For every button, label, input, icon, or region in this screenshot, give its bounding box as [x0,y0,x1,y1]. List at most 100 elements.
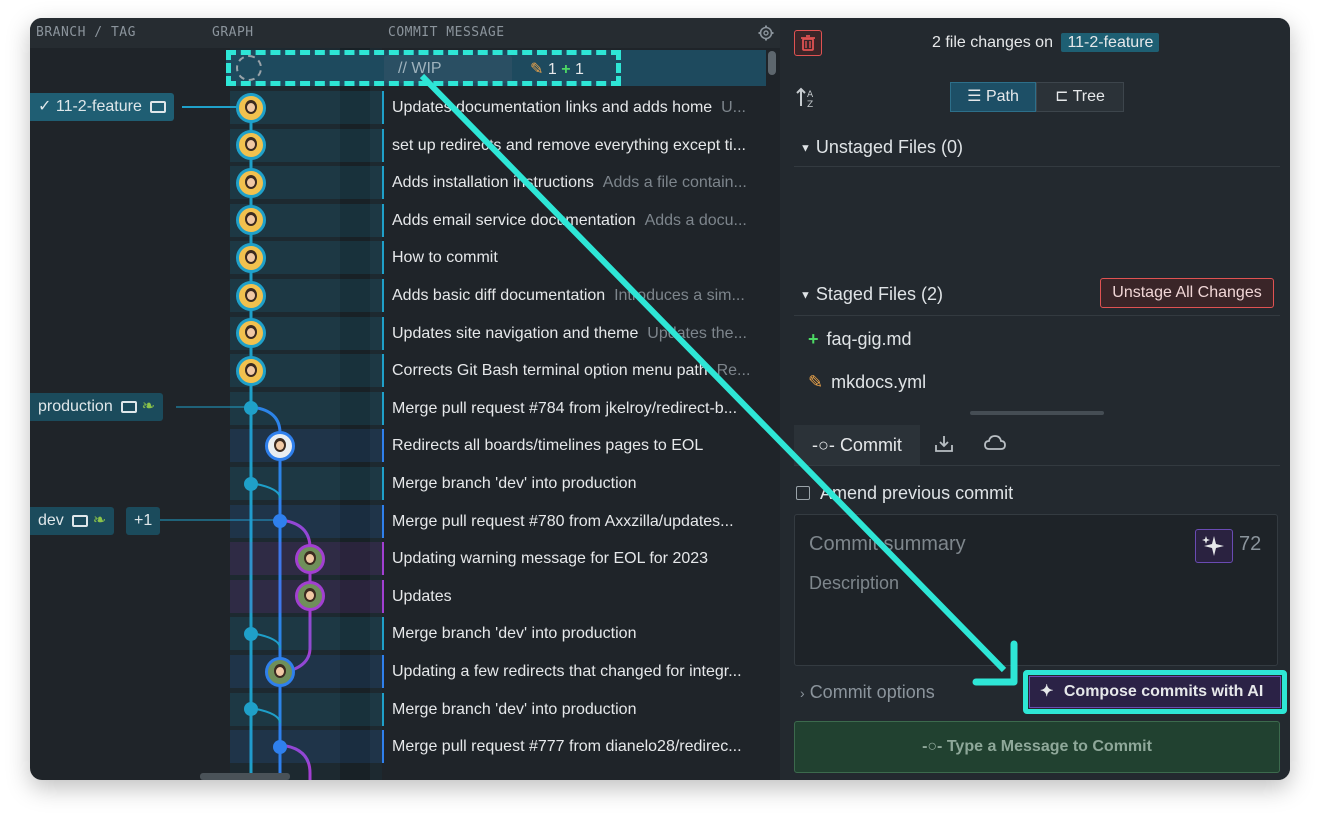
commit-options-label: Commit options [809,682,935,702]
caret-down-icon: ▼ [800,142,811,155]
staged-files-header[interactable]: ▼ Staged Files (2) [800,281,943,307]
author-avatar[interactable] [236,355,266,386]
leaf-icon: ❧ [92,512,107,529]
commit-node[interactable] [244,702,258,717]
commit-row[interactable]: Corrects Git Bash terminal option menu p… [382,354,778,388]
leaf-icon: ❧ [141,398,156,415]
caret-down-icon: ▼ [800,289,811,302]
commit-row[interactable]: Adds installation instructions Adds a fi… [382,166,778,200]
author-avatar[interactable] [236,318,266,349]
staged-file-row[interactable]: ✎ mkdocs.yml [808,369,926,395]
commit-description: Adds a docu... [644,211,747,229]
commit-summary-input[interactable]: Commit summary [809,533,966,556]
branch-tag-feature-label: 11-2-feature [55,98,142,115]
commit-row[interactable]: How to commit [382,241,778,275]
column-header-commit-message[interactable]: COMMIT MESSAGE [382,18,780,48]
graph-row-band [230,429,382,463]
commit-row[interactable]: Adds basic diff documentation Introduces… [382,279,778,312]
commit-message: Updates documentation links and adds hom… [392,91,768,124]
commit-row[interactable]: Merge branch 'dev' into production [382,467,778,500]
staged-file-row[interactable]: + faq-gig.md [808,326,912,352]
amend-checkbox[interactable] [796,486,810,500]
commit-row[interactable]: set up redirects and remove everything e… [382,128,778,162]
author-avatar[interactable] [236,167,266,198]
commit-message-box[interactable]: Commit summary Description 72 [794,514,1278,666]
commit-summary: Updating a few redirects that changed fo… [392,663,742,680]
commit-summary: Merge pull request #780 from Axxzilla/up… [392,512,734,530]
chevron-right-icon: › [800,685,805,701]
commit-message: Adds installation instructions Adds a fi… [392,166,768,199]
author-avatar[interactable] [236,92,266,123]
commit-node[interactable] [273,739,287,754]
author-avatar[interactable] [265,430,295,461]
discard-trash-button[interactable] [794,30,822,56]
commit-summary: Updates documentation links and adds hom… [392,99,713,116]
branch-tag-dev[interactable]: dev ❧ [30,507,115,535]
author-avatar[interactable] [265,656,295,687]
commit-row-lane-bar [382,655,384,688]
author-avatar[interactable] [236,242,266,273]
view-tree-button[interactable]: ⊏ Tree [1036,82,1124,112]
commit-message: set up redirects and remove everything e… [392,129,768,162]
commit-row[interactable]: Updates site navigation and theme Update… [382,316,778,350]
commit-row[interactable]: Merge branch 'dev' into production [382,692,778,726]
commit-row[interactable]: Merge branch 'dev' into production [382,617,778,651]
view-path-button[interactable]: ☰ Path [950,82,1036,112]
commit-row[interactable]: Updates [382,579,778,613]
author-avatar[interactable] [236,280,266,311]
author-avatar[interactable] [295,543,325,574]
commit-icon: -○- [922,738,943,755]
commit-message: Merge pull request #784 from jkelroy/red… [392,392,768,425]
branch-tag-dev-label: dev [38,512,64,529]
author-avatar[interactable] [236,130,266,161]
commit-options-toggle[interactable]: › Commit options [800,679,935,706]
staged-files-title: Staged Files (2) [815,284,943,304]
column-settings-gear-icon[interactable] [758,25,774,41]
commit-row[interactable]: Updating a few redirects that changed fo… [382,655,778,688]
tab-commit[interactable]: -○- Commit [794,425,920,465]
commit-row[interactable]: Updates documentation links and adds hom… [382,91,778,124]
commit-message: Corrects Git Bash terminal option menu p… [392,354,768,387]
sparkle-icon: ✦ [1040,683,1054,700]
commit-description: Re... [716,362,751,380]
compose-commits-ai-button[interactable]: ✦ Compose commits with AI [1029,676,1281,708]
commit-summary: Merge branch 'dev' into production [392,625,637,643]
commit-summary: Adds basic diff documentation [392,287,606,304]
ai-sparkle-button[interactable] [1195,529,1233,563]
graph-scrollbar[interactable] [768,51,776,75]
branch-tag-feature[interactable]: ✓ 11-2-feature [30,93,175,121]
commit-summary: Adds email service documentation [392,211,636,229]
commit-row-lane-bar [382,91,384,124]
commit-message: Redirects all boards/timelines pages to … [392,429,768,462]
horizontal-scrollbar[interactable] [200,773,290,780]
file-changes-summary: 2 file changes on 11-2-feature [932,31,1160,55]
tree-icon: ⊏ [1055,88,1069,105]
commit-row[interactable]: Adds email service documentation Adds a … [382,203,778,237]
sort-az-icon[interactable]: AZ [796,86,818,110]
svg-text:Z: Z [807,100,813,110]
commit-node[interactable] [244,626,258,641]
commit-row[interactable]: Merge pull request #780 from Axxzilla/up… [382,504,778,538]
unstage-all-button[interactable]: Unstage All Changes [1100,278,1274,308]
commit-row[interactable]: Redirects all boards/timelines pages to … [382,429,778,463]
cloud-sync-icon[interactable] [982,432,1010,458]
commit-node[interactable] [244,476,258,491]
commit-row[interactable]: Merge pull request #777 from dianelo28/r… [382,730,778,764]
commit-summary: Corrects Git Bash terminal option menu p… [392,362,708,380]
checkmark-icon: ✓ [38,98,52,115]
commit-node[interactable] [273,514,287,529]
commit-description-input[interactable]: Description [809,573,899,594]
stash-icon[interactable] [932,432,960,458]
commit-row[interactable]: Merge pull request #784 from jkelroy/red… [382,391,778,425]
commit-row[interactable]: Updating warning message for EOL for 202… [382,542,778,576]
gitkraken-window: BRANCH / TAG GRAPH COMMIT MESSAGE // WIP… [30,18,1290,780]
commit-row-lane-bar [382,166,384,200]
unstaged-files-header[interactable]: ▼ Unstaged Files (0) [800,134,963,160]
commit-submit-button[interactable]: -○- Type a Message to Commit [794,721,1280,773]
branch-more-count[interactable]: +1 [126,507,161,535]
file-changes-text: 2 file changes on [932,34,1053,51]
panel-resize-handle[interactable] [970,411,1104,415]
compose-ai-label: Compose commits with AI [1063,683,1264,700]
commit-row-lane-bar [382,203,384,237]
branch-tag-production[interactable]: production ❧ [30,393,164,421]
